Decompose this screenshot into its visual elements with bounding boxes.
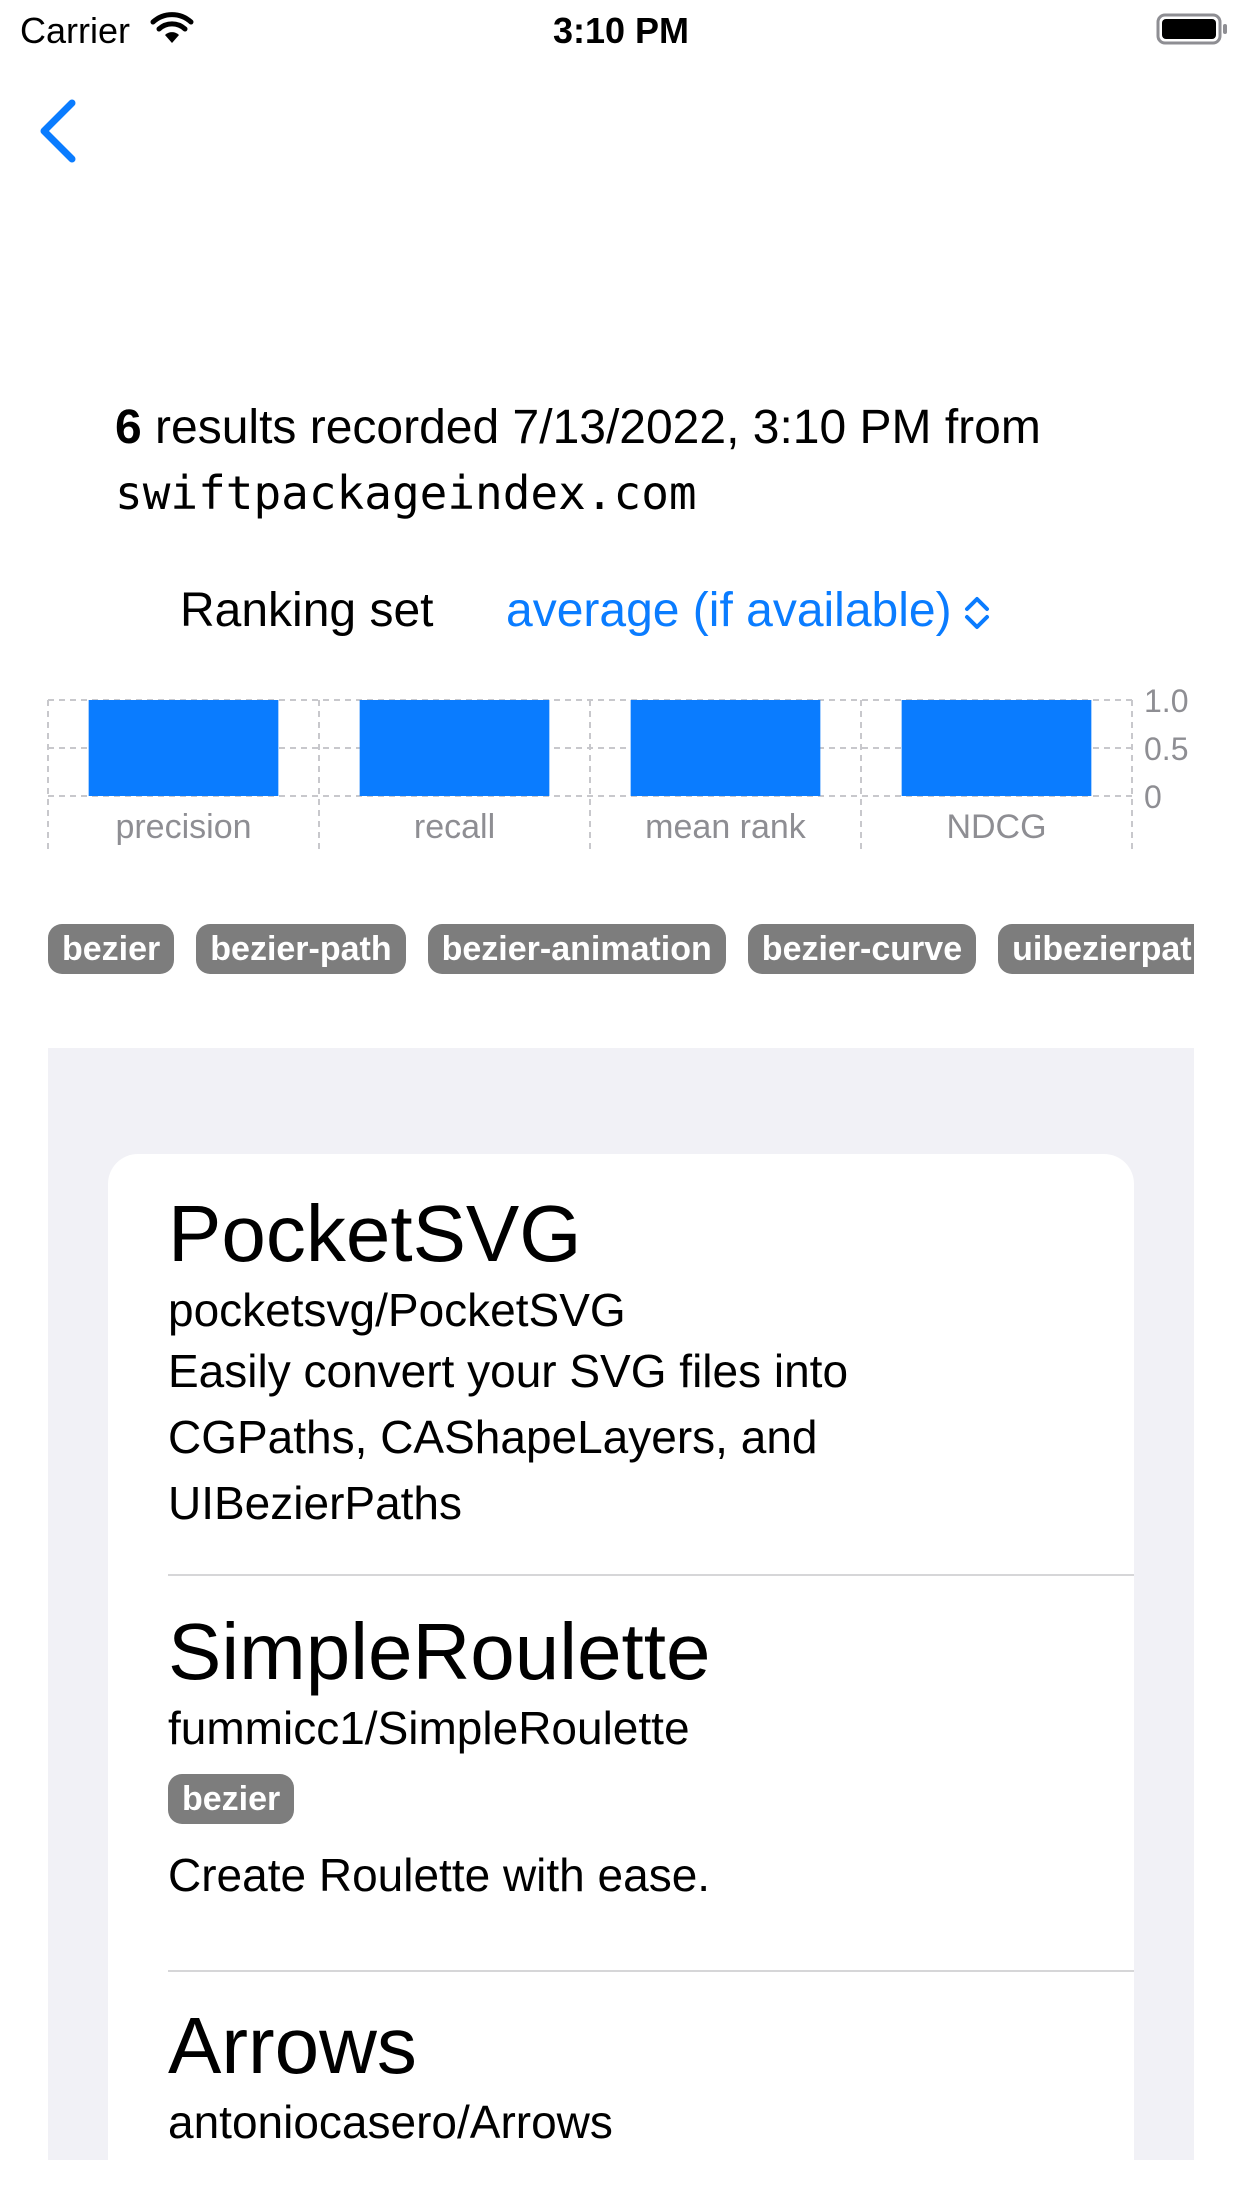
tag-chip[interactable]: bezier	[48, 924, 175, 974]
clock: 3:10 PM	[552, 10, 690, 51]
result-name: Arrows	[168, 2001, 417, 2090]
chevron-left-icon	[40, 99, 76, 163]
ranking-set-value: average (if available)	[506, 584, 952, 637]
result-description: Easily convert your SVG files into CGPat…	[168, 1338, 1134, 1536]
result-tags: bezier	[168, 1774, 1134, 1824]
chart-bar	[901, 700, 1092, 796]
x-tick-label: mean rank	[645, 808, 807, 846]
results-panel: PocketSVG pocketsvg/PocketSVG Easily con…	[48, 1048, 1194, 2160]
source-domain: swiftpackageindex.com	[115, 466, 697, 520]
tag-chip[interactable]: bezier-path	[196, 924, 406, 974]
tag-chip[interactable]: bezier-curve	[747, 924, 977, 974]
y-tick-label: 0	[1144, 779, 1162, 815]
x-tick-label: recall	[414, 808, 495, 846]
description-line: UIBezierPaths	[168, 1477, 463, 1529]
back-button[interactable]	[30, 95, 90, 165]
description-line: CGPaths, CAShapeLayers, and	[168, 1411, 818, 1463]
result-name: PocketSVG	[168, 1189, 582, 1278]
status-bar: Carrier 3:10 PM	[0, 0, 1242, 64]
chart-bar	[630, 700, 821, 796]
chart-bar	[359, 700, 550, 796]
results-summary: 6 results recorded 7/13/2022, 3:10 PM fr…	[115, 398, 1195, 524]
recorded-text: results recorded 7/13/2022, 3:10 PM from	[141, 401, 1041, 454]
result-repo: antoniocasero/Arrows	[168, 2096, 613, 2148]
description-line: Easily convert your SVG files into	[168, 1345, 849, 1397]
tag-chip[interactable]: bezier	[168, 1774, 295, 1824]
ranking-set-picker[interactable]: average (if available)	[506, 583, 992, 638]
metrics-bar-chart: 1.0 0.5 0 precision recall mean rank NDCG	[47, 683, 1188, 850]
result-repo: pocketsvg/PocketSVG	[168, 1284, 626, 1336]
ranking-set-label: Ranking set	[180, 584, 434, 637]
result-item[interactable]: PocketSVG pocketsvg/PocketSVG Easily con…	[168, 1190, 1134, 1536]
tag-chip[interactable]: uibezierpath	[998, 924, 1194, 974]
chart-bar	[88, 700, 279, 796]
result-description: Create Roulette with ease.	[168, 1842, 1134, 1908]
result-item[interactable]: Arrows antoniocasero/Arrows	[168, 2002, 1134, 2150]
result-item[interactable]: SimpleRoulette fummicc1/SimpleRoulette b…	[168, 1608, 1134, 1908]
chevron-up-down-icon	[964, 597, 989, 630]
result-repo: fummicc1/SimpleRoulette	[168, 1702, 690, 1754]
x-tick-label: NDCG	[946, 808, 1046, 846]
summary-text: 6 results recorded 7/13/2022, 3:10 PM fr…	[115, 398, 1195, 458]
tag-list: bezier bezier-path bezier-animation bezier-…	[48, 924, 1194, 976]
y-tick-label: 1.0	[1144, 683, 1188, 719]
description-line: Create Roulette with ease.	[168, 1849, 711, 1901]
divider	[168, 1574, 1134, 1576]
tag-chip[interactable]: bezier-animation	[427, 924, 726, 974]
result-name: SimpleRoulette	[168, 1607, 711, 1696]
results-card: PocketSVG pocketsvg/PocketSVG Easily con…	[108, 1154, 1134, 2160]
battery-icon	[1156, 12, 1230, 51]
x-tick-label: precision	[115, 808, 251, 846]
y-tick-label: 0.5	[1144, 731, 1188, 767]
divider	[168, 1970, 1134, 1972]
result-count: 6	[115, 401, 142, 454]
